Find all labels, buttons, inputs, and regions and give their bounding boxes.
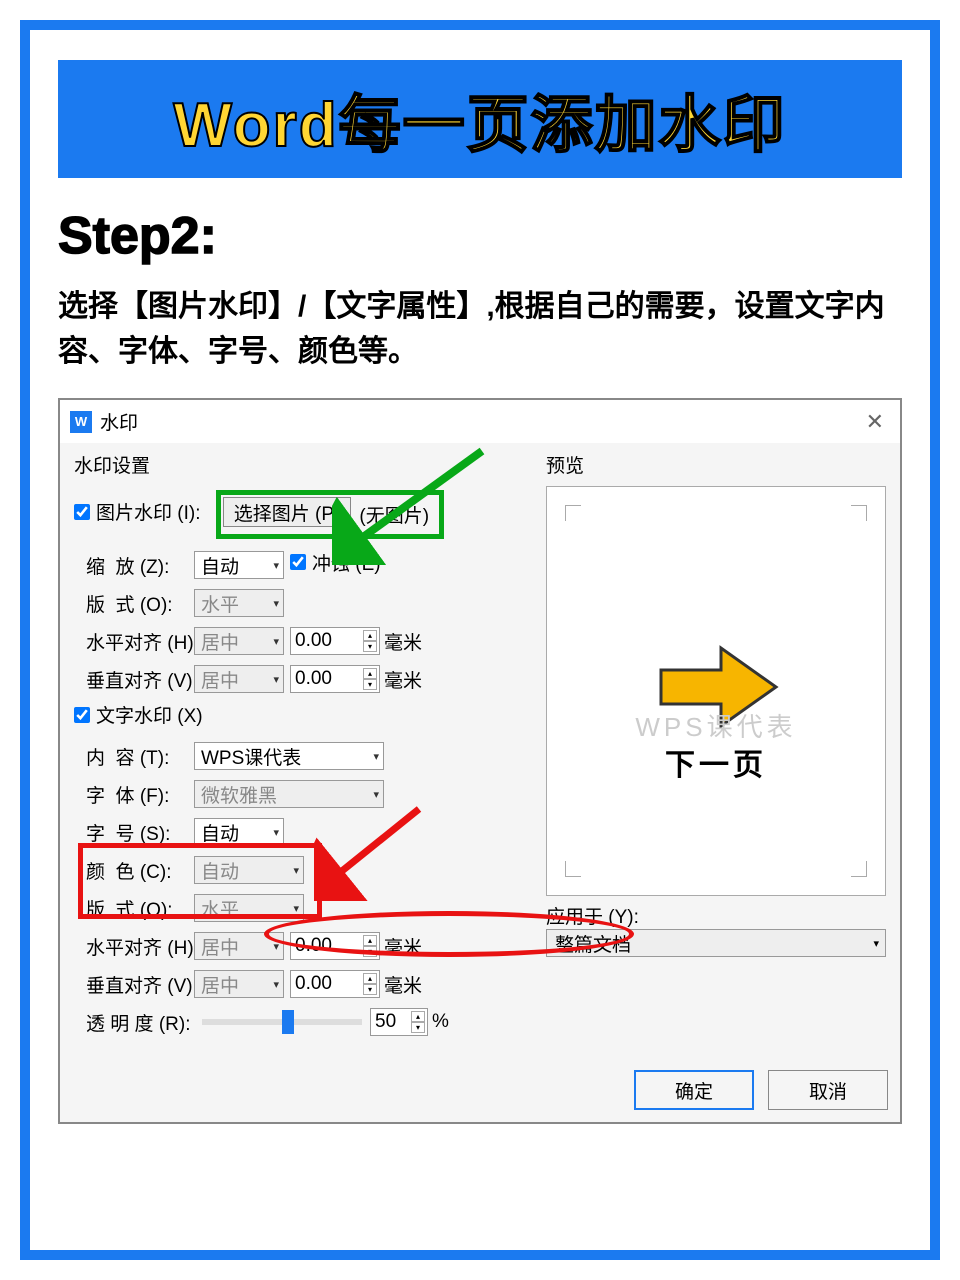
halign-label: 水平对齐 (H):: [74, 628, 194, 655]
opacity-spinner[interactable]: 50 ▴▾: [370, 1008, 428, 1036]
scale-label: 缩 放 (Z):: [74, 552, 194, 579]
color-select[interactable]: 自动: [194, 856, 304, 884]
halign2-spinner[interactable]: 0.00 ▴▾: [290, 932, 380, 960]
group-label: 水印设置: [74, 451, 538, 478]
layout-label: 版 式 (O):: [74, 590, 194, 617]
preview-pane: WPS课代表 下一页: [546, 486, 886, 896]
apply-select[interactable]: 整篇文档: [546, 929, 886, 957]
font-select[interactable]: 微软雅黑: [194, 780, 384, 808]
no-picture-label: (无图片): [351, 497, 437, 532]
layout2-select[interactable]: 水平: [194, 894, 304, 922]
highlight-green: 选择图片 (P) (无图片): [216, 490, 444, 539]
app-icon: W: [70, 411, 92, 433]
color-label: 颜 色 (C):: [74, 857, 194, 884]
tutorial-banner: Word每一页添加水印: [58, 60, 902, 178]
unit-mm: 毫米: [384, 628, 422, 655]
valign-spinner[interactable]: 0.00 ▴▾: [290, 665, 380, 693]
apply-label: 应用于 (Y):: [546, 902, 639, 929]
cancel-button[interactable]: 取消: [768, 1070, 888, 1110]
layout-select[interactable]: 水平: [194, 589, 284, 617]
step-description: 选择【图片水印】/【文字属性】,根据自己的需要，设置文字内容、字体、字号、颜色等…: [58, 284, 902, 374]
layout2-label: 版 式 (O):: [74, 895, 194, 922]
opacity-label: 透 明 度 (R):: [74, 1009, 194, 1036]
valign2-label: 垂直对齐 (V):: [74, 971, 194, 998]
select-picture-button[interactable]: 选择图片 (P): [223, 497, 352, 527]
washout-checkbox[interactable]: 冲蚀 (E): [290, 549, 381, 576]
picture-watermark-checkbox[interactable]: 图片水印 (I):: [74, 498, 201, 525]
dialog-title: 水印: [100, 408, 860, 435]
content-label: 内 容 (T):: [74, 743, 194, 770]
watermark-dialog: W 水印 ✕ 水印设置 图片水印 (I): 选择图片 (P) (无图片) 缩: [58, 398, 902, 1124]
halign2-label: 水平对齐 (H):: [74, 933, 194, 960]
halign2-select[interactable]: 居中: [194, 932, 284, 960]
text-watermark-checkbox[interactable]: 文字水印 (X): [74, 701, 203, 728]
close-icon[interactable]: ✕: [860, 409, 890, 435]
valign-select[interactable]: 居中: [194, 665, 284, 693]
font-label: 字 体 (F):: [74, 781, 194, 808]
size-select[interactable]: 自动: [194, 818, 284, 846]
banner-title: Word每一页添加水印: [78, 74, 882, 164]
valign2-select[interactable]: 居中: [194, 970, 284, 998]
scale-select[interactable]: 自动: [194, 551, 284, 579]
preview-label: 预览: [546, 451, 886, 478]
halign-select[interactable]: 居中: [194, 627, 284, 655]
dialog-title-bar: W 水印 ✕: [60, 400, 900, 443]
opacity-slider[interactable]: [202, 1019, 362, 1025]
size-label: 字 号 (S):: [74, 819, 194, 846]
watermark-preview-text: WPS课代表: [635, 707, 796, 744]
ok-button[interactable]: 确定: [634, 1070, 754, 1110]
content-input[interactable]: WPS课代表: [194, 742, 384, 770]
valign2-spinner[interactable]: 0.00 ▴▾: [290, 970, 380, 998]
step-heading: Step2:: [58, 206, 902, 266]
next-page-label: 下一页: [665, 740, 767, 784]
halign-spinner[interactable]: 0.00 ▴▾: [290, 627, 380, 655]
valign-label: 垂直对齐 (V):: [74, 666, 194, 693]
